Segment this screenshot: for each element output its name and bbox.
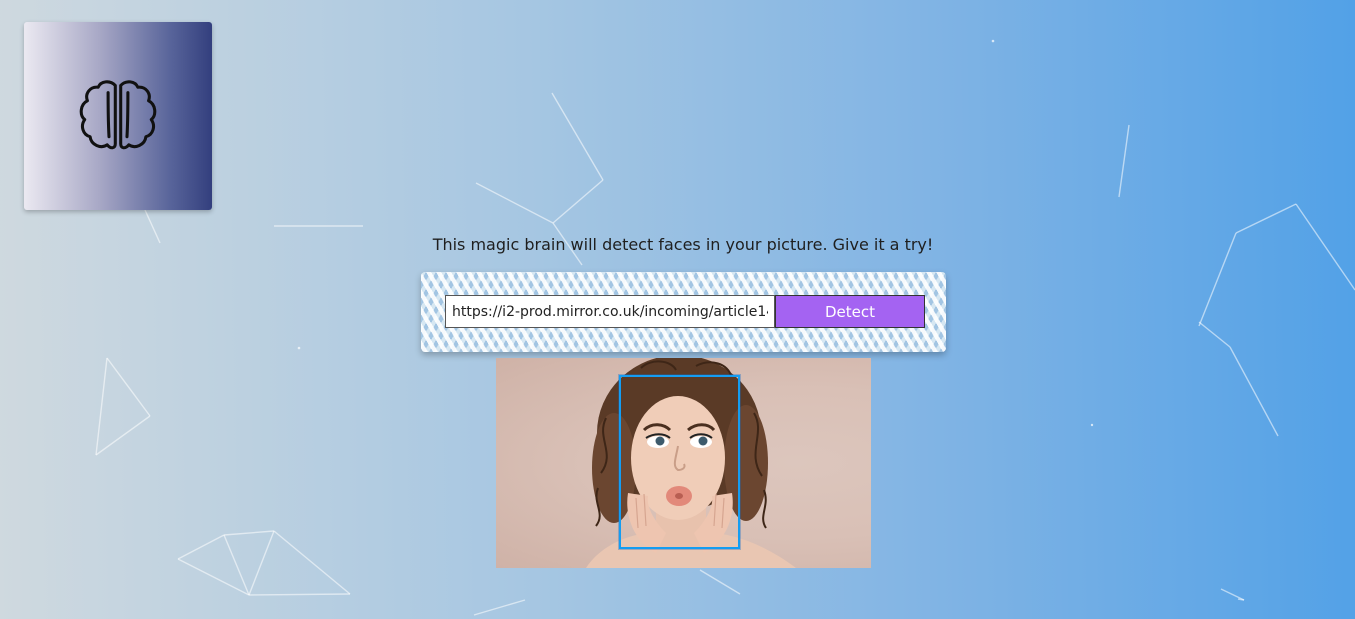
result-image bbox=[496, 358, 871, 568]
tagline: This magic brain will detect faces in yo… bbox=[432, 235, 934, 254]
detect-button[interactable]: Detect bbox=[775, 295, 925, 328]
image-url-input[interactable] bbox=[445, 295, 775, 328]
face-bounding-box bbox=[619, 375, 740, 549]
brain-icon bbox=[79, 80, 157, 150]
logo-card bbox=[24, 22, 212, 210]
url-form-panel: Detect bbox=[421, 272, 946, 352]
